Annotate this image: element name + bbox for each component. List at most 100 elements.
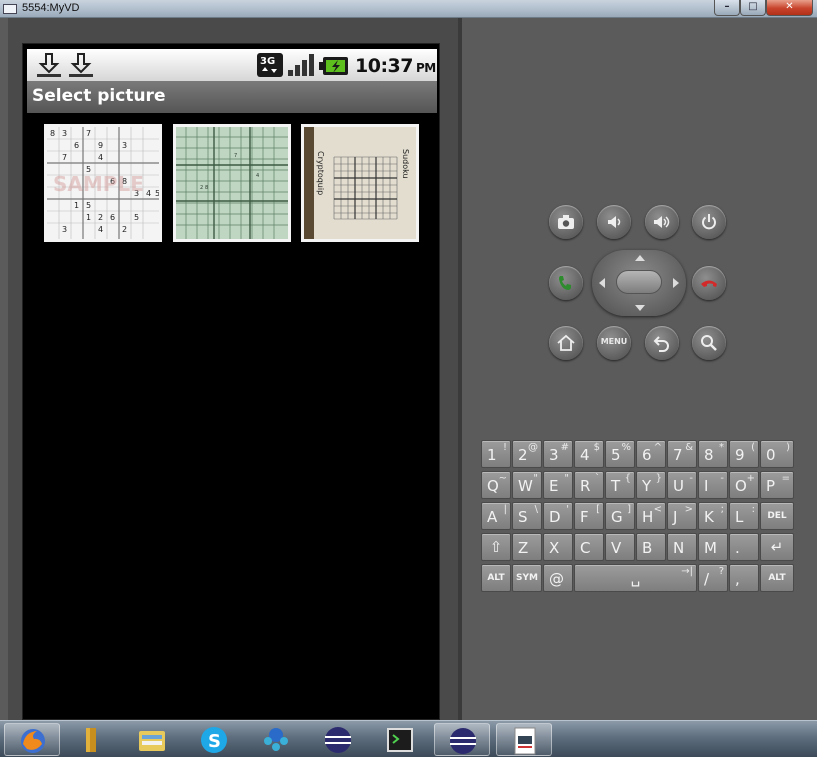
status-bar[interactable]: 3G 10:37 PM — [27, 49, 437, 81]
volume-down-icon — [608, 216, 621, 228]
camera-icon — [558, 215, 574, 229]
camera-button[interactable] — [549, 205, 583, 239]
taskbar-eclipse[interactable] — [310, 723, 366, 756]
dpad[interactable] — [592, 250, 686, 316]
key-m[interactable]: M — [698, 533, 728, 561]
key-f[interactable]: F[ — [574, 502, 604, 530]
dpad-left-arrow-icon[interactable] — [599, 278, 605, 288]
search-button[interactable] — [692, 326, 726, 360]
key-shift[interactable]: ⇧ — [481, 533, 511, 561]
dpad-right-arrow-icon[interactable] — [673, 278, 679, 288]
key-at[interactable]: @ — [543, 564, 573, 592]
key-2[interactable]: 2 @ — [512, 440, 542, 468]
key-0[interactable]: 0) — [760, 440, 794, 468]
window-title: 5554:MyVD — [22, 2, 80, 14]
key-p[interactable]: P = — [760, 471, 794, 499]
key-h[interactable]: H < — [636, 502, 666, 530]
svg-text:2: 2 — [98, 213, 103, 222]
maximize-button[interactable]: □ — [740, 0, 766, 16]
dpad-down-arrow-icon[interactable] — [635, 305, 645, 311]
key-y[interactable]: Y} — [636, 471, 666, 499]
svg-text:5: 5 — [134, 213, 139, 222]
close-button[interactable]: ✕ — [766, 0, 813, 16]
volume-up-button[interactable] — [645, 205, 679, 239]
call-button[interactable] — [549, 266, 583, 300]
key-e[interactable]: E " — [543, 471, 573, 499]
sudoku-text: Sudoku — [401, 149, 410, 179]
minimize-button[interactable]: – — [714, 0, 740, 16]
svg-text:2: 2 — [200, 185, 203, 191]
key-alt-left[interactable]: ALT — [481, 564, 511, 592]
picture-thumbnail[interactable]: 28 7 4 — [173, 124, 291, 242]
home-icon — [557, 334, 575, 351]
key-slash[interactable]: /? — [698, 564, 728, 592]
home-button[interactable] — [549, 326, 583, 360]
key-w[interactable]: W " — [512, 471, 542, 499]
key-t[interactable]: T{ — [605, 471, 635, 499]
key-alt-right[interactable]: ALT — [760, 564, 794, 592]
key-enter[interactable]: ↵ — [760, 533, 794, 561]
sudoku-sample-image: 837 693 74 568 345 15 1265 342 SAMPLE — [47, 127, 159, 239]
picture-thumbnail[interactable]: 837 693 74 568 345 15 1265 342 SAMPLE — [44, 124, 162, 242]
key-s[interactable]: S \ — [512, 502, 542, 530]
key-l[interactable]: L: — [729, 502, 759, 530]
key-1[interactable]: 1! — [481, 440, 511, 468]
svg-text:4: 4 — [256, 173, 259, 179]
app-window-icon — [3, 4, 17, 14]
key-3[interactable]: 3 # — [543, 440, 573, 468]
key-d[interactable]: D ' — [543, 502, 573, 530]
key-b[interactable]: B — [636, 533, 666, 561]
taskbar-explorer[interactable] — [124, 723, 180, 756]
android-screen[interactable]: 3G 10:37 PM Select picture 8 3 7 6 9 3 7… — [22, 43, 440, 720]
key-o[interactable]: O + — [729, 471, 759, 499]
key-z[interactable]: Z — [512, 533, 542, 561]
key-x[interactable]: X — [543, 533, 573, 561]
key-space[interactable]: ␣ →| — [574, 564, 697, 592]
dpad-center-button[interactable] — [616, 270, 662, 294]
key-n[interactable]: N — [667, 533, 697, 561]
sample-watermark: SAMPLE — [53, 172, 144, 196]
svg-text:5: 5 — [155, 189, 159, 198]
key-u[interactable]: U- — [667, 471, 697, 499]
picture-thumbnail[interactable]: Cryptoquip Sudoku — [301, 124, 419, 242]
key-period[interactable]: . — [729, 533, 759, 561]
power-icon — [702, 214, 716, 230]
end-call-button[interactable] — [692, 266, 726, 300]
dpad-up-arrow-icon[interactable] — [635, 255, 645, 261]
key-r[interactable]: R ` — [574, 471, 604, 499]
taskbar-terminal[interactable] — [372, 723, 428, 756]
key-g[interactable]: G] — [605, 502, 635, 530]
svg-text:7: 7 — [62, 153, 67, 162]
taskbar-skype[interactable]: S — [186, 723, 242, 756]
key-5[interactable]: 5% — [605, 440, 635, 468]
key-9[interactable]: 9( — [729, 440, 759, 468]
3g-data-icon: 3G — [257, 53, 283, 77]
sudoku-page-image: Cryptoquip Sudoku — [304, 127, 416, 239]
key-sym[interactable]: SYM — [512, 564, 542, 592]
power-button[interactable] — [692, 205, 726, 239]
key-i[interactable]: I- — [698, 471, 728, 499]
taskbar-firefox[interactable] — [4, 723, 60, 756]
menu-button[interactable]: MENU — [597, 326, 631, 360]
taskbar-folder[interactable] — [62, 723, 118, 756]
key-4[interactable]: 4 $ — [574, 440, 604, 468]
key-c[interactable]: C — [574, 533, 604, 561]
key-q[interactable]: Q ~ — [481, 471, 511, 499]
key-7[interactable]: 7 & — [667, 440, 697, 468]
key-8[interactable]: 8 * — [698, 440, 728, 468]
key-comma[interactable]: , — [729, 564, 759, 592]
taskbar-eclipse-2[interactable] — [434, 723, 490, 756]
key-a[interactable]: A | — [481, 502, 511, 530]
back-button[interactable] — [645, 326, 679, 360]
key-k[interactable]: K; — [698, 502, 728, 530]
key-del[interactable]: DEL — [760, 502, 794, 530]
key-v[interactable]: V — [605, 533, 635, 561]
svg-text:1: 1 — [74, 201, 79, 210]
page-title: Select picture — [32, 86, 166, 106]
key-6[interactable]: 6 ^ — [636, 440, 666, 468]
volume-down-button[interactable] — [597, 205, 631, 239]
taskbar-network[interactable] — [248, 723, 304, 756]
key-j[interactable]: J > — [667, 502, 697, 530]
svg-text:5: 5 — [86, 201, 91, 210]
taskbar-java-file[interactable] — [496, 723, 552, 756]
